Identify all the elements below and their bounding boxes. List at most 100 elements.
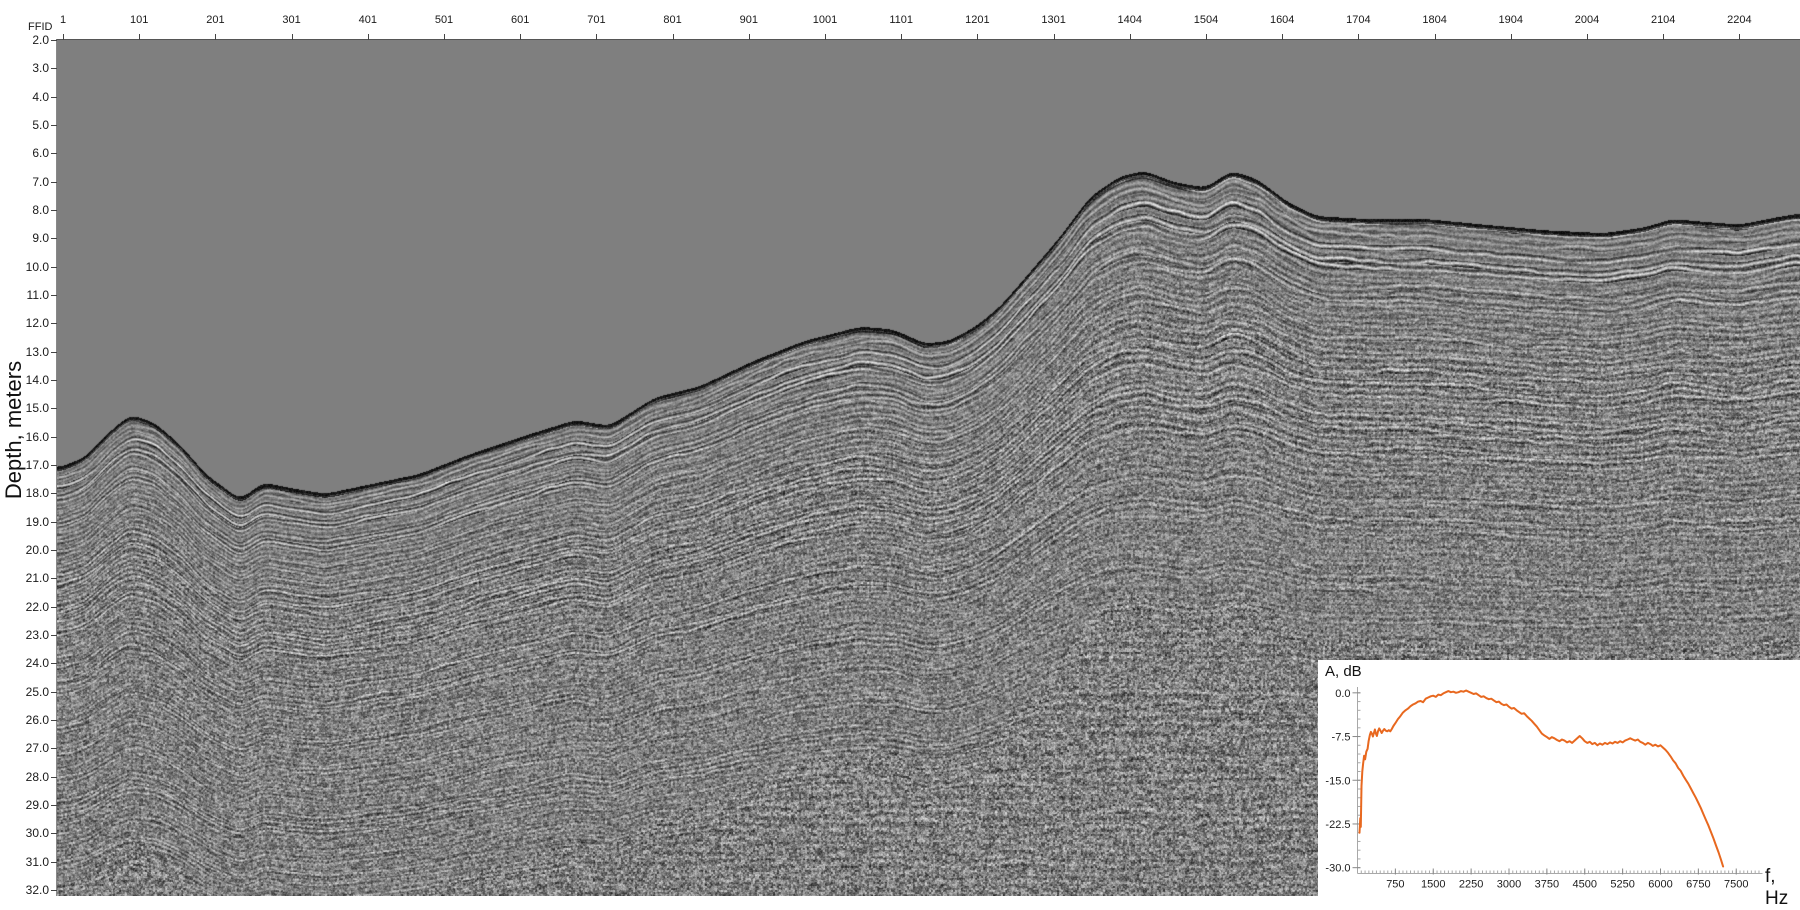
depth-tick-mark — [51, 777, 57, 778]
depth-tick-mark — [51, 210, 57, 211]
ffid-tick-mark — [901, 34, 902, 40]
spectrum-x-tick-label: 6000 — [1648, 879, 1672, 891]
depth-tick-label: 30.0 — [3, 826, 49, 840]
ffid-tick-label: 2204 — [1727, 14, 1751, 26]
ffid-tick-mark — [1739, 34, 1740, 40]
depth-tick-label: 22.0 — [3, 600, 49, 614]
depth-tick-label: 19.0 — [3, 515, 49, 529]
depth-tick-label: 32.0 — [3, 883, 49, 897]
depth-tick-label: 13.0 — [3, 345, 49, 359]
depth-tick-label: 10.0 — [3, 260, 49, 274]
depth-tick-mark — [51, 663, 57, 664]
depth-tick-label: 3.0 — [3, 61, 49, 75]
ffid-tick-label: 1001 — [813, 14, 837, 26]
spectrum-x-tick-label: 4500 — [1573, 879, 1597, 891]
ffid-tick-label: 1704 — [1346, 14, 1370, 26]
depth-tick-mark — [51, 437, 57, 438]
depth-tick-label: 28.0 — [3, 770, 49, 784]
depth-tick-mark — [51, 40, 57, 41]
depth-tick-label: 23.0 — [3, 628, 49, 642]
spectrum-y-tick-label: -15.0 — [1325, 775, 1350, 787]
depth-tick-label: 4.0 — [3, 90, 49, 104]
ffid-tick-label: 401 — [359, 14, 377, 26]
ffid-tick-label: 1804 — [1422, 14, 1446, 26]
ffid-tick-mark — [673, 34, 674, 40]
ffid-tick-label: 701 — [587, 14, 605, 26]
ffid-tick-mark — [444, 34, 445, 40]
depth-tick-label: 6.0 — [3, 146, 49, 160]
ffid-tick-label: 101 — [130, 14, 148, 26]
ffid-tick-mark — [977, 34, 978, 40]
spectrum-x-tick-label: 7500 — [1724, 879, 1748, 891]
depth-tick-mark — [51, 352, 57, 353]
depth-tick-mark — [51, 522, 57, 523]
spectrum-x-tick-label: 750 — [1386, 879, 1404, 891]
depth-tick-mark — [51, 323, 57, 324]
depth-tick-label: 24.0 — [3, 656, 49, 670]
depth-tick-label: 29.0 — [3, 798, 49, 812]
ffid-tick-label: 2004 — [1575, 14, 1599, 26]
ffid-axis-title: FFID — [28, 21, 52, 33]
ffid-tick-mark — [596, 34, 597, 40]
spectrum-y-tick-label: -7.5 — [1332, 732, 1351, 744]
depth-tick-label: 31.0 — [3, 855, 49, 869]
depth-tick-mark — [51, 97, 57, 98]
depth-tick-mark — [51, 578, 57, 579]
depth-tick-label: 18.0 — [3, 486, 49, 500]
ffid-tick-mark — [1282, 34, 1283, 40]
ffid-tick-mark — [749, 34, 750, 40]
spectrum-x-tick-label: 2250 — [1459, 879, 1483, 891]
depth-tick-label: 8.0 — [3, 203, 49, 217]
ffid-tick-label: 201 — [206, 14, 224, 26]
depth-tick-label: 11.0 — [3, 288, 49, 302]
depth-tick-label: 17.0 — [3, 458, 49, 472]
depth-tick-mark — [51, 692, 57, 693]
ffid-tick-label: 601 — [511, 14, 529, 26]
ffid-tick-label: 1 — [60, 14, 66, 26]
depth-tick-mark — [51, 635, 57, 636]
depth-tick-label: 2.0 — [3, 33, 49, 47]
depth-tick-mark — [51, 295, 57, 296]
ffid-tick-label: 1301 — [1041, 14, 1065, 26]
ffid-tick-label: 801 — [663, 14, 681, 26]
depth-tick-mark — [51, 380, 57, 381]
depth-tick-mark — [51, 408, 57, 409]
ffid-tick-mark — [215, 34, 216, 40]
ffid-tick-label: 2104 — [1651, 14, 1675, 26]
depth-tick-mark — [51, 833, 57, 834]
ffid-tick-label: 1504 — [1194, 14, 1218, 26]
spectrum-inset: 7501500225030003750450052506000675075000… — [1318, 660, 1800, 896]
depth-tick-mark — [51, 862, 57, 863]
depth-tick-mark — [51, 720, 57, 721]
depth-tick-mark — [51, 748, 57, 749]
ffid-tick-mark — [1206, 34, 1207, 40]
ffid-tick-mark — [139, 34, 140, 40]
depth-tick-mark — [51, 238, 57, 239]
depth-tick-label: 7.0 — [3, 175, 49, 189]
spectrum-y-tick-label: -30.0 — [1325, 863, 1350, 875]
ffid-tick-mark — [1358, 34, 1359, 40]
spectrum-curve — [1360, 691, 1724, 867]
ffid-tick-label: 501 — [435, 14, 453, 26]
ffid-tick-mark — [520, 34, 521, 40]
spectrum-x-tick-label: 1500 — [1421, 879, 1445, 891]
ffid-tick-mark — [1054, 34, 1055, 40]
ffid-tick-mark — [368, 34, 369, 40]
spectrum-x-tick-label: 6750 — [1686, 879, 1710, 891]
ffid-tick-mark — [1511, 34, 1512, 40]
depth-tick-label: 25.0 — [3, 685, 49, 699]
spectrum-x-tick-label: 3000 — [1497, 879, 1521, 891]
ffid-tick-mark — [1663, 34, 1664, 40]
ffid-tick-label: 301 — [282, 14, 300, 26]
depth-tick-label: 21.0 — [3, 571, 49, 585]
ffid-tick-label: 1201 — [965, 14, 989, 26]
depth-tick-mark — [51, 153, 57, 154]
depth-tick-mark — [51, 68, 57, 69]
ffid-tick-mark — [825, 34, 826, 40]
depth-tick-label: 26.0 — [3, 713, 49, 727]
spectrum-x-tick-label: 5250 — [1610, 879, 1634, 891]
depth-tick-mark — [51, 890, 57, 891]
depth-tick-label: 9.0 — [3, 231, 49, 245]
depth-tick-mark — [51, 182, 57, 183]
depth-tick-mark — [51, 465, 57, 466]
